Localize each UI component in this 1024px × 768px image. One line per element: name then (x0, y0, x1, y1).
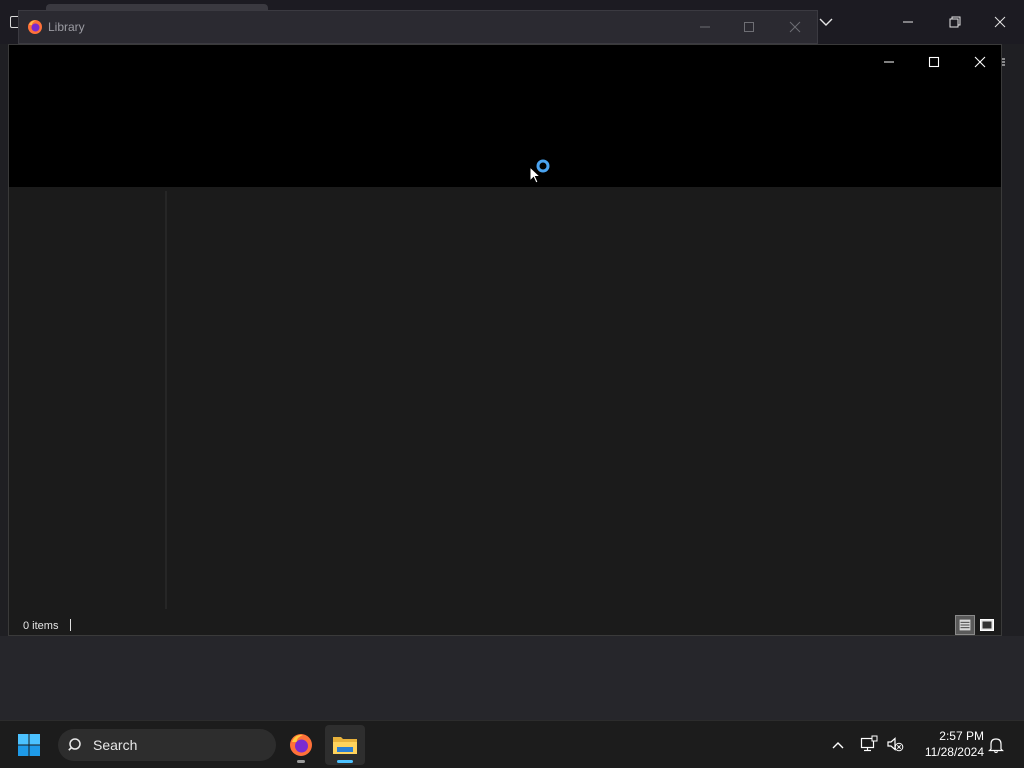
library-title: Library (48, 20, 85, 34)
search-placeholder: Search (93, 737, 138, 753)
windows-logo-icon[interactable] (17, 733, 41, 757)
network-icon[interactable] (860, 735, 878, 753)
library-close-button[interactable] (775, 15, 815, 39)
library-window: 0 items (8, 44, 1002, 636)
folder-icon (333, 737, 357, 754)
taskbar-clock[interactable]: 2:57 PM 11/28/2024 (912, 728, 984, 760)
items-count: 0 items (23, 620, 59, 632)
browser-minimize-button[interactable] (886, 8, 930, 36)
search-icon (68, 738, 81, 751)
browser-content-area (0, 636, 1024, 720)
bell-icon[interactable] (988, 736, 1004, 754)
library-maximize-button[interactable] (729, 15, 769, 39)
preview-view-icon[interactable] (977, 615, 997, 635)
library-toolbar (9, 45, 1001, 187)
clock-time: 2:57 PM (939, 729, 984, 743)
app-active-indicator (337, 760, 353, 763)
library-titlebar[interactable]: Library (18, 10, 818, 44)
firefox-icon (290, 734, 312, 756)
firefox-icon (28, 20, 42, 34)
library-statusbar: 0 items (9, 611, 1001, 635)
mouse-pointer-icon (529, 166, 541, 184)
list-all-tabs-icon[interactable] (816, 12, 836, 32)
browser-close-button[interactable] (978, 8, 1022, 36)
app-running-indicator (297, 760, 305, 763)
chevron-up-icon[interactable] (830, 737, 846, 753)
taskbar: Search 2:57 PM 11/28/2024 (0, 720, 1024, 768)
taskbar-firefox-button[interactable] (281, 725, 321, 765)
status-separator (70, 619, 71, 631)
taskbar-search-box[interactable]: Search (58, 729, 276, 761)
library-window-maximize-button[interactable] (912, 47, 956, 77)
volume-muted-icon[interactable] (886, 735, 904, 753)
library-window-minimize-button[interactable] (867, 47, 911, 77)
library-content-list[interactable] (167, 187, 1001, 611)
library-window-close-button[interactable] (958, 47, 1002, 77)
library-sidebar-tree[interactable] (9, 187, 165, 611)
library-minimize-button[interactable] (685, 15, 725, 39)
clock-date: 11/28/2024 (924, 745, 984, 759)
browser-restore-button[interactable] (932, 8, 976, 36)
details-view-icon[interactable] (955, 615, 975, 635)
taskbar-file-explorer-button[interactable] (325, 725, 365, 765)
